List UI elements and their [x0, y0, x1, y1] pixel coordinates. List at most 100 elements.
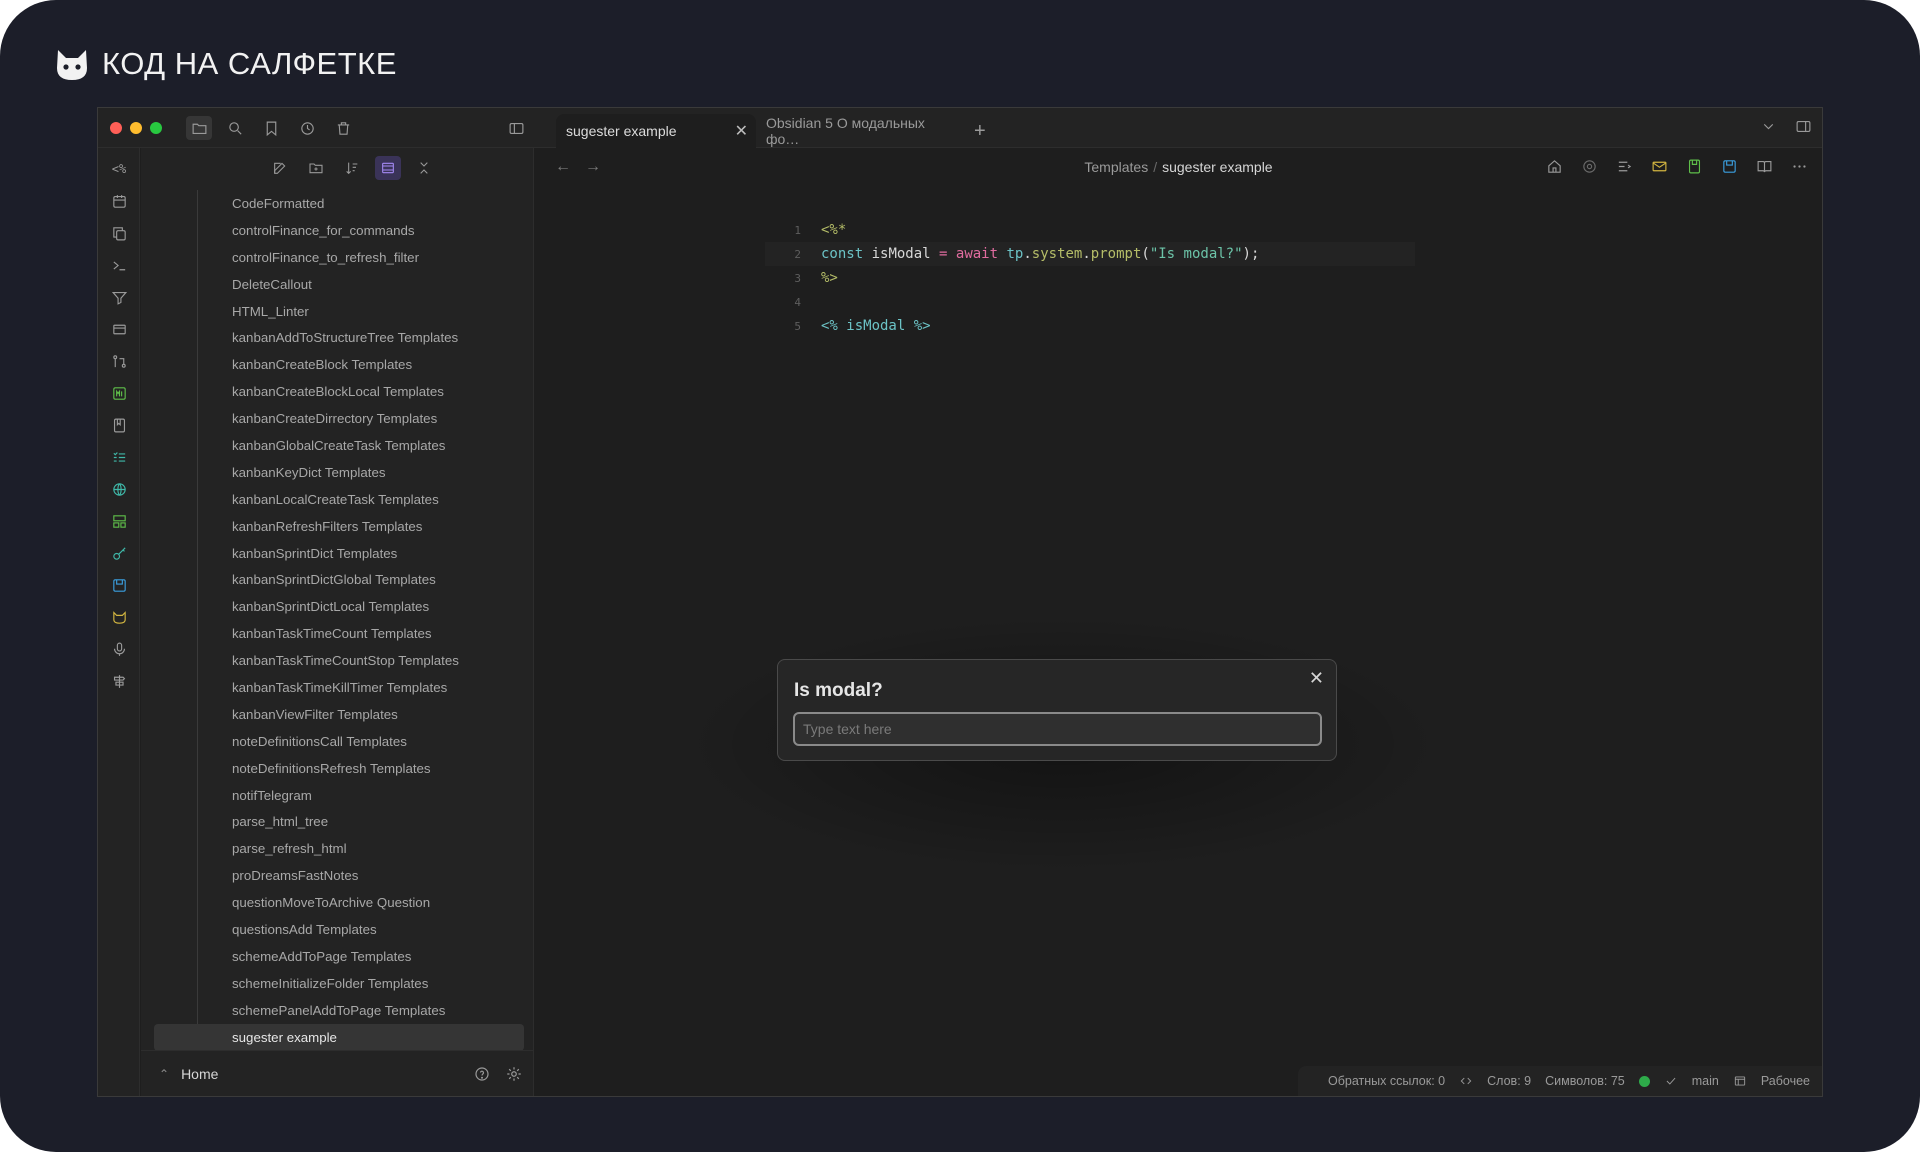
files-tab-button[interactable] [186, 116, 212, 140]
code-editor[interactable]: 1 <%* 2 const isModal = await tp.system.pro… [765, 218, 1415, 338]
modal-close-button[interactable]: ✕ [1309, 668, 1324, 689]
check-icon[interactable] [1664, 1074, 1678, 1088]
tasks-ribbon-button[interactable] [109, 447, 129, 467]
cat-ribbon-button[interactable] [109, 607, 129, 627]
maximize-window-button[interactable] [150, 122, 162, 134]
copy-icon [112, 226, 126, 240]
recent-tab-button[interactable] [294, 116, 320, 140]
new-tab-button[interactable]: + [974, 114, 986, 148]
file-list-item[interactable]: kanbanCreateDirrectory Templates [198, 405, 533, 432]
auto-reveal-button[interactable] [375, 156, 401, 180]
backlinks-count[interactable]: Обратных ссылок: 0 [1328, 1074, 1445, 1088]
file-list-item[interactable]: schemeInitializeFolder Templates [198, 970, 533, 997]
file-list-item[interactable]: kanbanCreateBlock Templates [198, 351, 533, 378]
workspace-icon[interactable] [1733, 1074, 1747, 1088]
file-list-item[interactable]: CodeFormatted [198, 190, 533, 217]
toggle-left-sidebar-button[interactable] [503, 116, 529, 140]
file-list-item[interactable]: notifTelegram [198, 782, 533, 809]
publish-ribbon-button[interactable] [109, 671, 129, 691]
templater-ribbon-button[interactable]: <% [109, 159, 129, 179]
file-list-item[interactable]: parse_html_tree [198, 808, 533, 835]
tab-sugester-example[interactable]: sugester example ✕ [556, 114, 756, 148]
file-list-item[interactable]: kanbanTaskTimeCountStop Templates [198, 647, 533, 674]
file-list-item[interactable]: schemePanelAddToPage Templates [198, 997, 533, 1024]
prompt-input[interactable] [793, 712, 1322, 746]
code-line[interactable]: 5 <% isModal %> [765, 314, 1415, 338]
bookmarks-tab-button[interactable] [258, 116, 284, 140]
search-tab-button[interactable] [222, 116, 248, 140]
copy-ribbon-button[interactable] [109, 223, 129, 243]
dashboard-ribbon-button[interactable] [109, 511, 129, 531]
file-list-item[interactable]: noteDefinitionsRefresh Templates [198, 755, 533, 782]
minimize-window-button[interactable] [130, 122, 142, 134]
notebook-icon[interactable] [1686, 158, 1703, 175]
new-folder-button[interactable] [303, 156, 329, 180]
terminal-ribbon-button[interactable] [109, 255, 129, 275]
file-list-item[interactable]: kanbanTaskTimeKillTimer Templates [198, 674, 533, 701]
tab-obsidian-modals[interactable]: Obsidian 5 О модальных фо… [756, 114, 966, 148]
key-ribbon-button[interactable] [109, 543, 129, 563]
file-list-item[interactable]: schemeAddToPage Templates [198, 943, 533, 970]
file-list-item[interactable]: kanbanSprintDict Templates [198, 540, 533, 567]
git-branch[interactable]: main [1692, 1074, 1719, 1088]
file-list-item[interactable]: HTML_Linter [198, 298, 533, 325]
close-window-button[interactable] [110, 122, 122, 134]
file-list-item[interactable]: kanbanKeyDict Templates [198, 459, 533, 486]
save-ribbon-button[interactable] [109, 575, 129, 595]
graph-ribbon-button[interactable] [109, 479, 129, 499]
home-icon[interactable] [1546, 158, 1563, 175]
code-line[interactable]: 3 %> [765, 266, 1415, 290]
sidebar-right-icon[interactable] [1795, 118, 1812, 135]
file-list-item[interactable]: kanbanCreateBlockLocal Templates [198, 378, 533, 405]
list-arrow-icon[interactable] [1616, 158, 1633, 175]
trash-tab-button[interactable] [330, 116, 356, 140]
vault-name[interactable]: Home [181, 1066, 218, 1082]
code-line[interactable]: 1 <%* [765, 218, 1415, 242]
workspace-name[interactable]: Рабочее [1761, 1074, 1810, 1088]
file-list-item[interactable]: kanbanRefreshFilters Templates [198, 513, 533, 540]
breadcrumb-parent[interactable]: Templates [1084, 159, 1148, 175]
microphone-ribbon-button[interactable] [109, 639, 129, 659]
more-options-icon[interactable] [1791, 158, 1808, 175]
target-icon[interactable] [1581, 158, 1598, 175]
layout-ribbon-button[interactable] [109, 319, 129, 339]
chevron-down-icon[interactable] [1760, 118, 1777, 135]
filter-ribbon-button[interactable] [109, 287, 129, 307]
file-list-item[interactable]: controlFinance_for_commands [198, 217, 533, 244]
file-list-item[interactable]: questionMoveToArchive Question [198, 889, 533, 916]
calendar-ribbon-button[interactable] [109, 191, 129, 211]
settings-gear-icon[interactable] [505, 1065, 523, 1083]
save-icon [112, 578, 126, 592]
git-ribbon-button[interactable] [109, 351, 129, 371]
file-list-item[interactable]: kanbanSprintDictGlobal Templates [198, 566, 533, 593]
code-line[interactable]: 4 [765, 290, 1415, 314]
collapse-all-button[interactable] [411, 156, 437, 180]
save-blue-icon[interactable] [1721, 158, 1738, 175]
markdown-ribbon-button[interactable] [109, 383, 129, 403]
help-icon[interactable] [473, 1065, 491, 1083]
close-tab-button[interactable]: ✕ [735, 121, 748, 141]
sync-status-icon[interactable] [1638, 1075, 1650, 1087]
file-list-item[interactable]: kanbanTaskTimeCount Templates [198, 620, 533, 647]
file-list-item[interactable]: kanbanGlobalCreateTask Templates [198, 432, 533, 459]
vault-switcher-icon[interactable]: ⌃ [159, 1067, 169, 1081]
file-list-item[interactable]: parse_refresh_html [198, 835, 533, 862]
file-list-item[interactable]: controlFinance_to_refresh_filter [198, 244, 533, 271]
file-list-item[interactable]: sugester example [154, 1023, 524, 1051]
file-list-item[interactable]: noteDefinitionsCall Templates [198, 728, 533, 755]
file-list-item[interactable]: proDreamsFastNotes [198, 862, 533, 889]
mail-icon[interactable] [1651, 158, 1668, 175]
file-list-item[interactable]: kanbanLocalCreateTask Templates [198, 486, 533, 513]
book-ribbon-button[interactable] [109, 415, 129, 435]
file-list-item[interactable]: kanbanSprintDictLocal Templates [198, 593, 533, 620]
file-list-item[interactable]: kanbanViewFilter Templates [198, 701, 533, 728]
reading-view-icon[interactable] [1756, 158, 1773, 175]
file-list-item[interactable]: DeleteCallout [198, 271, 533, 298]
code-line[interactable]: 2 const isModal = await tp.system.prompt(… [765, 242, 1415, 266]
new-note-button[interactable] [267, 156, 293, 180]
file-list-item[interactable]: kanbanAddToStructureTree Templates [198, 324, 533, 351]
code-icon[interactable] [1459, 1074, 1473, 1088]
file-list-item[interactable]: questionsAdd Templates [198, 916, 533, 943]
breadcrumb-current[interactable]: sugester example [1162, 159, 1273, 175]
sort-button[interactable] [339, 156, 365, 180]
